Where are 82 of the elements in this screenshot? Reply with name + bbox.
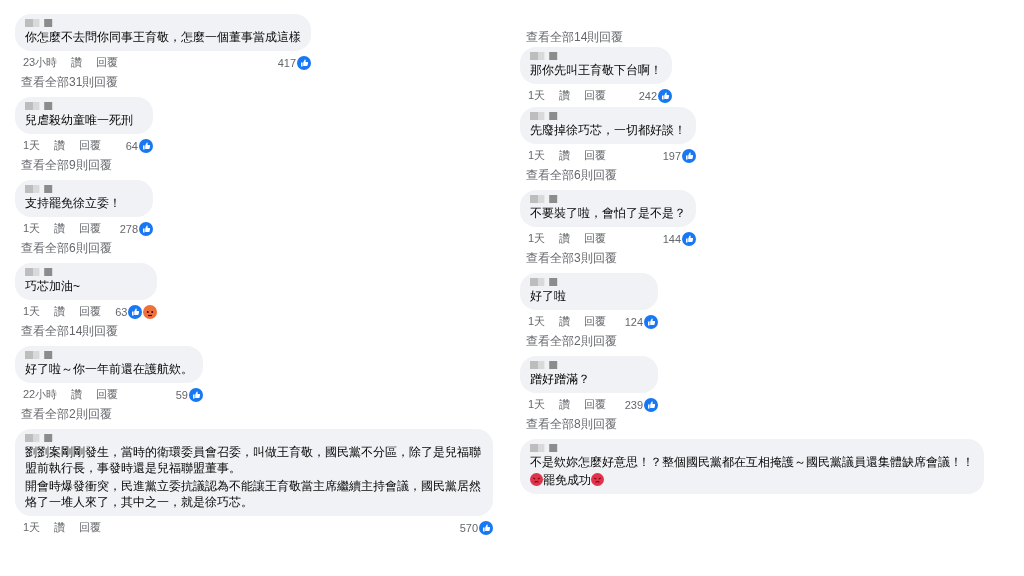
like-icon	[644, 314, 658, 329]
reaction-count[interactable]: 570	[459, 520, 493, 535]
reply-link[interactable]: 回覆	[79, 520, 102, 535]
reply-link[interactable]: 回覆	[96, 387, 119, 402]
comment-time[interactable]: 1天	[528, 231, 546, 246]
angry-emoji-icon	[591, 473, 604, 486]
reply-link[interactable]: 回覆	[96, 55, 119, 70]
like-icon	[139, 221, 153, 236]
reply-link[interactable]: 回覆	[584, 88, 607, 103]
comment-time[interactable]: 1天	[528, 397, 546, 412]
like-link[interactable]: 讚	[71, 55, 83, 70]
view-replies-link[interactable]: 查看全部6則回覆	[520, 164, 696, 185]
reply-link[interactable]: 回覆	[584, 148, 607, 163]
comment-time[interactable]: 22小時	[23, 387, 58, 402]
comment-text: 蹭好蹭滿？	[530, 371, 591, 387]
angry-emoji-icon	[530, 473, 543, 486]
like-icon	[644, 397, 658, 412]
like-link[interactable]: 讚	[559, 88, 571, 103]
reply-link[interactable]: 回覆	[79, 221, 102, 236]
comment-text: 支持罷免徐立委！	[25, 195, 122, 211]
reaction-count[interactable]: 197	[662, 148, 696, 163]
comment-time[interactable]: 1天	[23, 520, 41, 535]
view-replies-link[interactable]: 查看全部2則回覆	[520, 330, 658, 351]
view-replies-link[interactable]: 查看全部2則回覆	[15, 403, 203, 424]
comment-time[interactable]: 1天	[528, 314, 546, 329]
like-icon	[682, 148, 696, 163]
like-link[interactable]: 讚	[559, 314, 571, 329]
reaction-count[interactable]: 278	[119, 221, 153, 236]
reaction-count[interactable]: 417	[277, 55, 311, 70]
comment-text: 罷免成功	[530, 472, 974, 488]
reaction-count[interactable]: 239	[624, 397, 658, 412]
like-icon	[297, 55, 311, 70]
view-replies-link[interactable]: 查看全部14則回覆	[520, 26, 624, 47]
like-link[interactable]: 讚	[54, 304, 66, 319]
comment-text: 那你先叫王育敬下台啊！	[530, 62, 662, 78]
like-link[interactable]: 讚	[559, 231, 571, 246]
view-replies-link[interactable]: 查看全部8則回覆	[520, 413, 658, 434]
comment-text: 你怎麼不去問你同事王育敬，怎麼一個董事當成這樣	[25, 29, 301, 45]
like-link[interactable]: 讚	[54, 138, 66, 153]
comment-time[interactable]: 1天	[528, 88, 546, 103]
reply-link[interactable]: 回覆	[584, 231, 607, 246]
like-icon	[128, 304, 143, 319]
like-link[interactable]: 讚	[559, 397, 571, 412]
reply-link[interactable]: 回覆	[79, 138, 102, 153]
comment-time[interactable]: 23小時	[23, 55, 58, 70]
comment-text: 開會時爆發衝突，民進黨立委抗議認為不能讓王育敬當主席繼續主持會議，國民黨居然烙了一堆人來了，其中之一，就是徐巧芯。	[25, 478, 482, 510]
comment-text: 不要裝了啦，會怕了是不是？	[530, 205, 686, 221]
view-replies-link[interactable]: 查看全部6則回覆	[15, 237, 153, 258]
reaction-count[interactable]: 124	[624, 314, 658, 329]
comment-time[interactable]: 1天	[23, 221, 41, 236]
reply-link[interactable]: 回覆	[584, 397, 607, 412]
comment-time[interactable]: 1天	[23, 304, 41, 319]
comment-text: 好了啦	[530, 288, 567, 304]
reaction-count[interactable]: 59	[175, 387, 203, 402]
like-icon	[682, 231, 696, 246]
like-link[interactable]: 讚	[54, 520, 66, 535]
reaction-count[interactable]: 63	[115, 304, 158, 319]
comment-text: 兒虐殺幼童唯一死刑	[25, 112, 134, 128]
comment-text: 巧芯加油~	[25, 278, 81, 294]
comment-text: 不是欸妳怎麼好意思！？整個國民黨都在互相掩護～國民黨議員還集體缺席會議！！	[530, 454, 974, 470]
like-link[interactable]: 讚	[54, 221, 66, 236]
reaction-count[interactable]: 242	[638, 88, 672, 103]
view-replies-link[interactable]: 查看全部14則回覆	[15, 320, 158, 341]
like-link[interactable]: 讚	[71, 387, 83, 402]
like-icon	[479, 520, 493, 535]
like-icon	[139, 138, 153, 153]
like-icon	[189, 387, 203, 402]
reply-link[interactable]: 回覆	[79, 304, 102, 319]
view-replies-link[interactable]: 查看全部31則回覆	[15, 71, 311, 92]
reaction-count[interactable]: 144	[662, 231, 696, 246]
like-icon	[658, 88, 672, 103]
angry-face-icon	[143, 304, 158, 319]
comment-text: 好了啦～你一年前還在護航欸。	[25, 361, 193, 377]
view-replies-link[interactable]: 查看全部9則回覆	[15, 154, 153, 175]
reply-link[interactable]: 回覆	[584, 314, 607, 329]
comment-text: 劉劉案剛剛發生，當時的衛環委員會召委，叫做王育敬，國民黨不分區，除了是兒福聯盟前執行長，事發時還是兒福聯盟董事。	[25, 444, 482, 476]
view-replies-link[interactable]: 查看全部3則回覆	[520, 247, 696, 268]
reaction-count[interactable]: 64	[125, 138, 153, 153]
comment-time[interactable]: 1天	[528, 148, 546, 163]
comment-time[interactable]: 1天	[23, 138, 41, 153]
like-link[interactable]: 讚	[559, 148, 571, 163]
comment-text: 先廢掉徐巧芯，一切都好談！	[530, 122, 686, 138]
